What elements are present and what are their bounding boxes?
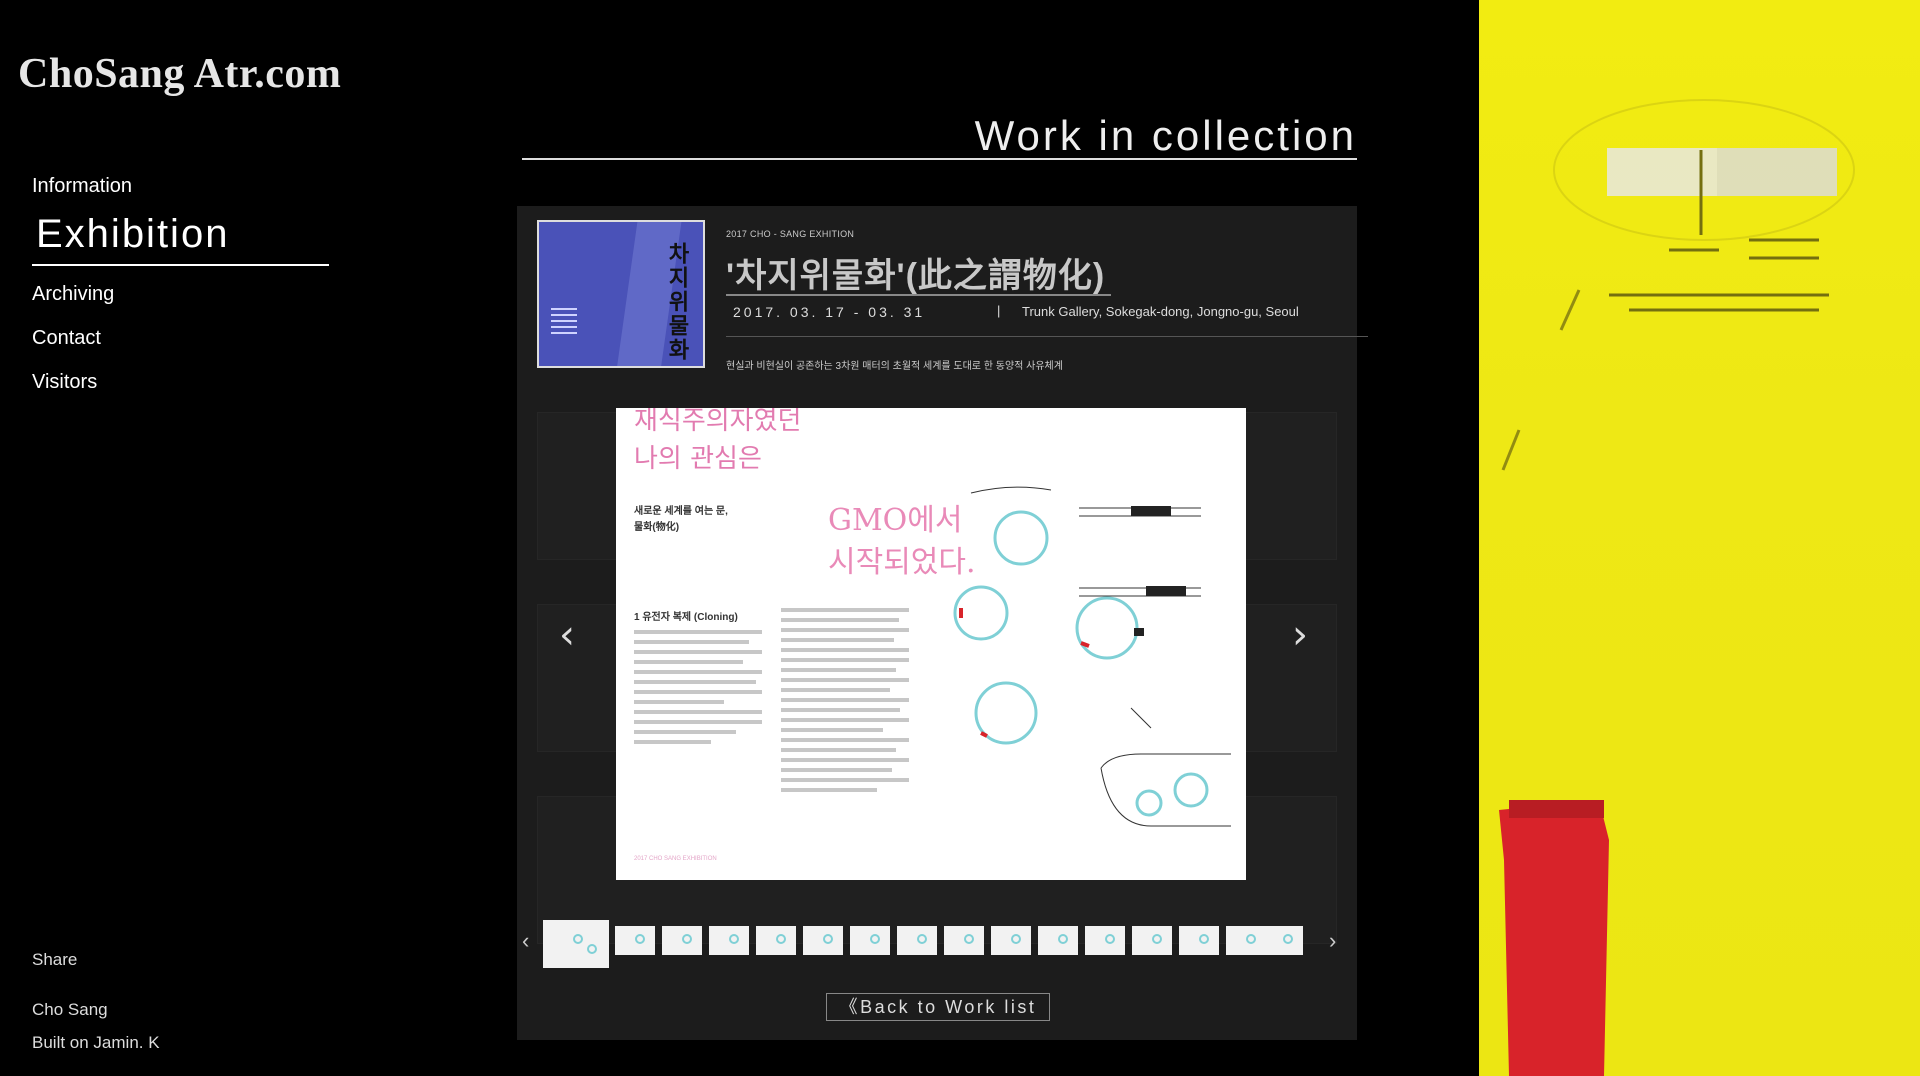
thumbnail-strip [543, 920, 1303, 968]
thumbnail[interactable] [543, 920, 609, 968]
thumbnails-next-arrow[interactable]: › [1329, 928, 1336, 954]
viewer-subheading: 새로운 세계를 여는 문, 물화(物化) [634, 506, 728, 533]
thumbnails-prev-arrow[interactable]: ‹ [522, 928, 529, 954]
share-link[interactable]: Share [32, 950, 77, 970]
plasmid-diagram [953, 486, 1231, 827]
nav-item-exhibition[interactable]: Exhibition [32, 210, 329, 266]
page-title: Work in collection [974, 112, 1357, 159]
work-dates: 2017. 03. 17 - 03. 31 [733, 304, 926, 320]
viewer-footer: 2017 CHO SANG EXHIBITION [634, 856, 717, 862]
viewer-section-title: 1 유전자 복제 (Cloning) [634, 612, 738, 623]
artist-name: Cho Sang [32, 1000, 108, 1019]
artwork-painting [1479, 0, 1920, 1076]
work-panel: 차지위물화 2017 CHO - SANG EXHITION '차지위물화'(此… [517, 206, 1368, 1040]
meta-divider [726, 336, 1368, 337]
work-venue: Trunk Gallery, Sokegak-dong, Jongno-gu, … [1022, 304, 1299, 319]
artwork-background-image [1479, 0, 1920, 1076]
work-title: '차지위물화'(此之謂物化) [726, 257, 1106, 295]
thumbnail[interactable] [944, 926, 984, 955]
nav-item-archiving[interactable]: Archiving [32, 280, 332, 324]
main-nav: Information Exhibition Archiving Contact… [32, 172, 332, 412]
meta-separator: | [997, 303, 1001, 318]
work-title-underline [726, 294, 1111, 296]
thumbnail[interactable] [1179, 926, 1219, 955]
cover-text-lines [551, 308, 577, 348]
exhibition-cover-image[interactable]: 차지위물화 [537, 220, 705, 368]
thumbnail[interactable] [1038, 926, 1078, 955]
thumbnail[interactable] [756, 926, 796, 955]
thumbnail[interactable] [662, 926, 702, 955]
nav-item-visitors[interactable]: Visitors [32, 368, 332, 412]
viewer-next-arrow[interactable]: › [1292, 612, 1308, 658]
thumbnail[interactable] [1226, 926, 1266, 955]
thumbnail[interactable] [1132, 926, 1172, 955]
work-meta: 2017 CHO - SANG EXHITION [726, 229, 855, 239]
thumbnail[interactable] [1085, 926, 1125, 955]
thumbnail[interactable] [615, 926, 655, 955]
cover-title: 차지위물화 [665, 242, 690, 362]
viewer-prev-arrow[interactable]: ‹ [559, 612, 575, 658]
thumbnail[interactable] [1263, 926, 1303, 955]
viewer-text-column-2 [781, 608, 909, 798]
image-viewer[interactable]: 재식주의자였던 나의 관심은 새로운 세계를 여는 문, 물화(物化) GMO에… [616, 408, 1246, 880]
thumbnail[interactable] [803, 926, 843, 955]
viewer-heading: 재식주의자였던 나의 관심은 [634, 408, 802, 474]
thumbnail[interactable] [850, 926, 890, 955]
work-description: 현실과 비현실이 공존하는 3차원 매터의 초월적 세계를 도대로 한 동양적 … [726, 361, 1063, 372]
back-to-work-list-button[interactable]: 《Back to Work list [826, 993, 1050, 1021]
built-credit: Built on Jamin. K [32, 1033, 160, 1052]
viewer-text-column-1 [634, 630, 762, 750]
thumbnail[interactable] [897, 926, 937, 955]
title-divider [522, 158, 1357, 160]
site-logo[interactable]: ChoSang Atr.com [18, 50, 341, 98]
thumbnail[interactable] [991, 926, 1031, 955]
nav-item-contact[interactable]: Contact [32, 324, 332, 368]
thumbnail[interactable] [709, 926, 749, 955]
